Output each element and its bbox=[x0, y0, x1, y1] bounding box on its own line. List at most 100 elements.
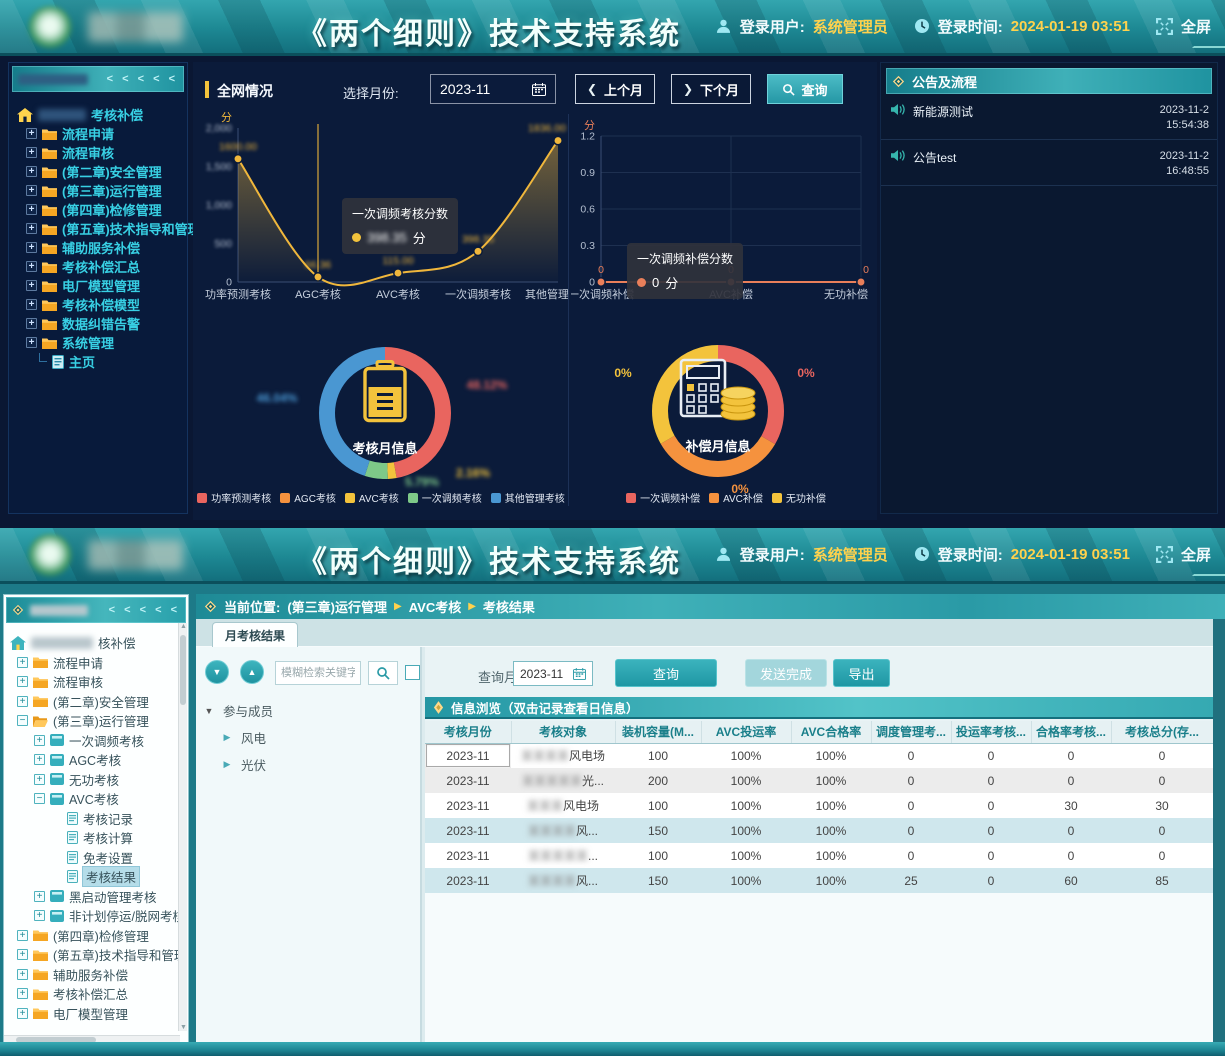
collapse-all-button[interactable]: ▲ bbox=[240, 660, 264, 684]
tree-item[interactable]: +考核补偿模型 bbox=[17, 295, 183, 314]
breadcrumb-part[interactable]: 考核结果 bbox=[483, 597, 535, 616]
legend-item[interactable]: 其他管理考核 bbox=[491, 490, 565, 505]
tree-item[interactable]: +流程审核 bbox=[10, 672, 186, 692]
tree-item[interactable]: +(第四章)检修管理 bbox=[10, 926, 186, 946]
export-button[interactable]: 导出 bbox=[833, 659, 890, 687]
tree-expand-toggle[interactable]: + bbox=[17, 676, 28, 687]
tree-expand-toggle[interactable]: + bbox=[26, 223, 37, 234]
tree-expand-toggle[interactable]: + bbox=[17, 657, 28, 668]
target-cell[interactable]: 某某某某风... bbox=[511, 868, 615, 893]
tree-expand-toggle[interactable]: + bbox=[17, 969, 28, 980]
tree-expand-toggle[interactable]: + bbox=[17, 988, 28, 999]
fullscreen-icon[interactable] bbox=[1156, 546, 1173, 563]
query-button[interactable]: 查询 bbox=[615, 659, 717, 687]
tree-expand-toggle[interactable]: + bbox=[26, 337, 37, 348]
fullscreen-label[interactable]: 全屏 bbox=[1181, 16, 1211, 37]
column-header[interactable]: 投运率考核... bbox=[951, 721, 1031, 743]
table-row[interactable]: 2023-11某某某某风...150100%100%2506085 bbox=[425, 868, 1213, 893]
sidebar-vertical-scrollbar[interactable]: ▲ ▼ bbox=[178, 623, 187, 1031]
legend-item[interactable]: 无功补偿 bbox=[772, 490, 826, 505]
send-complete-button[interactable]: 发送完成 bbox=[745, 659, 827, 687]
participants-item[interactable]: ▶光伏 bbox=[204, 751, 414, 778]
tree-item[interactable]: +一次调频考核 bbox=[10, 731, 186, 751]
column-header[interactable]: 考核月份 bbox=[425, 721, 511, 743]
table-row[interactable]: 2023-11某某某某某...100100%100%0000 bbox=[425, 843, 1213, 868]
tree-item[interactable]: +(第二章)安全管理 bbox=[17, 162, 183, 181]
target-cell[interactable]: 某某某某某... bbox=[511, 843, 615, 868]
month-cell[interactable]: 2023-11 bbox=[425, 743, 511, 768]
scrollbar-thumb[interactable] bbox=[180, 635, 186, 705]
legend-item[interactable]: 功率预测考核 bbox=[197, 490, 271, 505]
tree-expand-toggle[interactable]: + bbox=[26, 166, 37, 177]
tree-expand-toggle[interactable]: − bbox=[17, 715, 28, 726]
tree-expand-toggle[interactable]: + bbox=[26, 318, 37, 329]
tree-item[interactable]: +流程审核 bbox=[17, 143, 183, 162]
month-cell[interactable]: 2023-11 bbox=[425, 793, 511, 818]
legend-item[interactable]: AVC考核 bbox=[345, 490, 399, 505]
breadcrumb-part[interactable]: (第三章)运行管理 bbox=[287, 597, 387, 616]
tree-expand-toggle[interactable]: + bbox=[26, 261, 37, 272]
month-cell[interactable]: 2023-11 bbox=[425, 843, 511, 868]
search-button[interactable] bbox=[368, 661, 398, 685]
fullscreen-label[interactable]: 全屏 bbox=[1181, 544, 1211, 565]
tree-expand-toggle[interactable]: + bbox=[34, 910, 45, 921]
tree-item[interactable]: +非计划停运/脱网考核 bbox=[10, 906, 186, 926]
tree-item[interactable]: +AGC考核 bbox=[10, 750, 186, 770]
announcement-item[interactable]: 新能源测试2023-11-215:54:38 bbox=[881, 94, 1217, 140]
table-row[interactable]: 2023-11某某某某风电场100100%100%0000 bbox=[425, 743, 1213, 768]
tree-item[interactable]: +流程申请 bbox=[10, 653, 186, 673]
tree-expand-toggle[interactable]: + bbox=[34, 891, 45, 902]
column-header[interactable]: 调度管理考... bbox=[871, 721, 951, 743]
tree-item[interactable]: +电厂模型管理 bbox=[10, 1004, 186, 1024]
tree-item[interactable]: +(第三章)运行管理 bbox=[17, 181, 183, 200]
tree-item[interactable]: 免考设置 bbox=[10, 848, 186, 868]
tree-item[interactable]: 考核结果 bbox=[10, 867, 186, 887]
column-header[interactable]: 考核对象 bbox=[511, 721, 615, 743]
target-cell[interactable]: 某某某某风... bbox=[511, 818, 615, 843]
tree-item[interactable]: +数据纠错告警 bbox=[17, 314, 183, 333]
search-input[interactable] bbox=[275, 661, 361, 685]
tree-expand-toggle[interactable]: + bbox=[34, 754, 45, 765]
tree-root[interactable]: 核补偿 bbox=[10, 633, 186, 653]
sidebar-header[interactable]: < < < < < bbox=[6, 597, 186, 623]
target-cell[interactable]: 某某某某风电场 bbox=[511, 743, 615, 768]
tree-expand-toggle[interactable]: + bbox=[26, 280, 37, 291]
tree-expand-toggle[interactable]: + bbox=[26, 204, 37, 215]
tree-item[interactable]: 考核计算 bbox=[10, 828, 186, 848]
participants-item[interactable]: ▶风电 bbox=[204, 724, 414, 751]
breadcrumb-part[interactable]: AVC考核 bbox=[409, 597, 461, 616]
month-picker[interactable]: 2023-11 bbox=[430, 74, 556, 104]
sidebar-collapse-arrows[interactable]: < < < < < bbox=[107, 73, 178, 85]
tree-item[interactable]: +考核补偿汇总 bbox=[10, 984, 186, 1004]
target-cell[interactable]: 某某某某某光... bbox=[511, 768, 615, 793]
tree-item[interactable]: −AVC考核 bbox=[10, 789, 186, 809]
tree-item[interactable]: +黑启动管理考核 bbox=[10, 887, 186, 907]
query-month-picker[interactable]: 2023-11 bbox=[513, 661, 593, 686]
tree-expand-toggle[interactable]: + bbox=[17, 949, 28, 960]
column-header[interactable]: 装机容量(M... bbox=[615, 721, 701, 743]
tree-item[interactable]: +系统管理 bbox=[17, 333, 183, 352]
tree-item[interactable]: +考核补偿模型 bbox=[10, 1023, 186, 1025]
tree-expand-toggle[interactable]: + bbox=[26, 242, 37, 253]
tree-item[interactable]: +辅助服务补偿 bbox=[10, 965, 186, 985]
table-row[interactable]: 2023-11某某某某风...150100%100%0000 bbox=[425, 818, 1213, 843]
fullscreen-icon[interactable] bbox=[1156, 18, 1173, 35]
tree-item-home[interactable]: 主页 bbox=[17, 352, 183, 371]
tree-item[interactable]: 考核记录 bbox=[10, 809, 186, 829]
tree-item[interactable]: +流程申请 bbox=[17, 124, 183, 143]
tree-item[interactable]: −(第三章)运行管理 bbox=[10, 711, 186, 731]
select-checkbox[interactable] bbox=[405, 665, 420, 680]
tree-item[interactable]: +无功考核 bbox=[10, 770, 186, 790]
tree-item[interactable]: +电厂模型管理 bbox=[17, 276, 183, 295]
column-header[interactable]: AVC投运率 bbox=[701, 721, 791, 743]
month-cell[interactable]: 2023-11 bbox=[425, 868, 511, 893]
announcement-item[interactable]: 公告test2023-11-216:48:55 bbox=[881, 140, 1217, 186]
scroll-down-arrow[interactable]: ▼ bbox=[179, 1024, 188, 1031]
query-button[interactable]: 查询 bbox=[767, 74, 843, 104]
table-row[interactable]: 2023-11某某某风电场100100%100%003030 bbox=[425, 793, 1213, 818]
tree-expand-toggle[interactable]: + bbox=[26, 185, 37, 196]
compensation-donut-chart[interactable]: 补偿月信息 0%0%0% bbox=[643, 336, 793, 486]
column-header[interactable]: AVC合格率 bbox=[791, 721, 871, 743]
tree-root[interactable]: 考核补偿 bbox=[17, 105, 183, 124]
assessment-donut-chart[interactable]: 考核月信息 48.12%2.16%5.79%46.04% bbox=[310, 338, 460, 488]
